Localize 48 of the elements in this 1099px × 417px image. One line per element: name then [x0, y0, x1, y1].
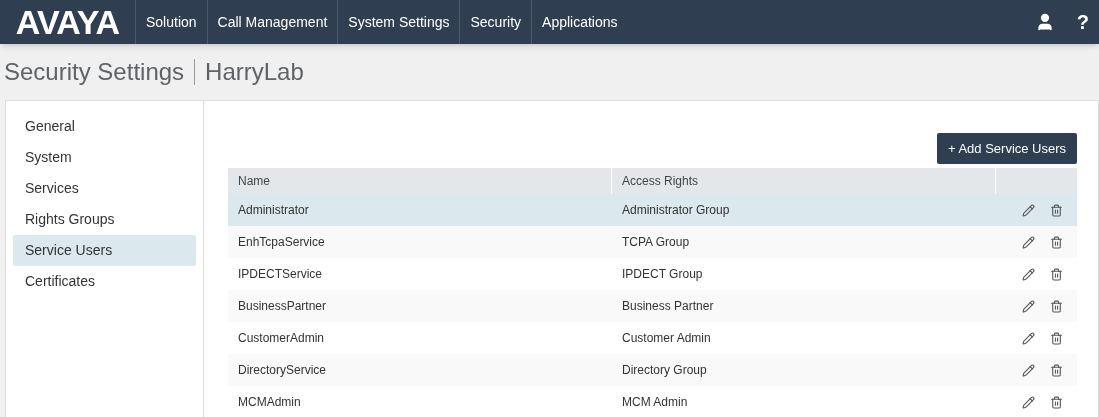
delete-icon[interactable] [1050, 363, 1063, 377]
sidebar-item[interactable]: Service Users [13, 235, 196, 266]
logo: AVAYA [14, 2, 121, 43]
table-cell-text: CustomerAdmin [237, 330, 326, 347]
table-cell-text: BusinessPartner [237, 298, 328, 315]
edit-icon[interactable] [1022, 235, 1035, 249]
edit-icon[interactable] [1022, 331, 1035, 345]
system-name: HarryLab [205, 57, 304, 87]
page-title: Security Settings [4, 57, 185, 87]
delete-icon[interactable] [1050, 299, 1063, 313]
table-cell-text: Administrator Group [621, 202, 731, 219]
edit-icon[interactable] [1022, 203, 1035, 217]
add-service-users-button[interactable]: + Add Service Users [937, 133, 1077, 164]
table-cell-text: EnhTcpaService [237, 234, 326, 251]
sidebar-item[interactable]: System [13, 142, 196, 173]
delete-icon[interactable] [1050, 395, 1063, 409]
sidebar-item[interactable]: Services [13, 173, 196, 204]
edit-icon[interactable] [1022, 299, 1035, 313]
sidebar-item[interactable]: Certificates [13, 266, 196, 297]
edit-icon[interactable] [1022, 363, 1035, 377]
table-row[interactable]: DirectoryService Directory Group [228, 354, 1077, 386]
delete-icon[interactable] [1050, 331, 1063, 345]
table-cell-text: IPDECT Group [621, 266, 704, 283]
table-row[interactable]: EnhTcpaService TCPA Group [228, 226, 1077, 258]
edit-icon[interactable] [1022, 267, 1035, 281]
nav-menu-item[interactable]: Security [459, 0, 532, 44]
table-cell-text: MCM Admin [621, 394, 689, 411]
nav-menu-item[interactable]: Solution [135, 0, 207, 44]
delete-icon[interactable] [1050, 235, 1063, 249]
table-cell-text: MCMAdmin [237, 394, 302, 411]
help-button[interactable]: ? [1076, 7, 1089, 37]
table-row[interactable]: Administrator Administrator Group [228, 194, 1077, 226]
sidebar-item[interactable]: General [13, 111, 196, 142]
table-cell-text: Administrator [237, 202, 310, 219]
table-cell-text: DirectoryService [237, 362, 328, 379]
nav-menu-item[interactable]: System Settings [337, 0, 460, 44]
table-cell-text: Business Partner [621, 298, 715, 315]
table-cell-text: Customer Admin [621, 330, 712, 347]
edit-icon[interactable] [1022, 395, 1035, 409]
delete-icon[interactable] [1050, 267, 1063, 281]
table-cell-text: TCPA Group [621, 234, 691, 251]
table-cell-text: IPDECTService [237, 266, 324, 283]
delete-icon[interactable] [1050, 203, 1063, 217]
nav-menu-item[interactable]: Applications [531, 0, 628, 44]
sidebar-item[interactable]: Rights Groups [13, 204, 196, 235]
nav-menu-item[interactable]: Call Management [206, 0, 338, 44]
table-cell-text: Directory Group [621, 362, 708, 379]
table-row[interactable]: BusinessPartner Business Partner [228, 290, 1077, 322]
